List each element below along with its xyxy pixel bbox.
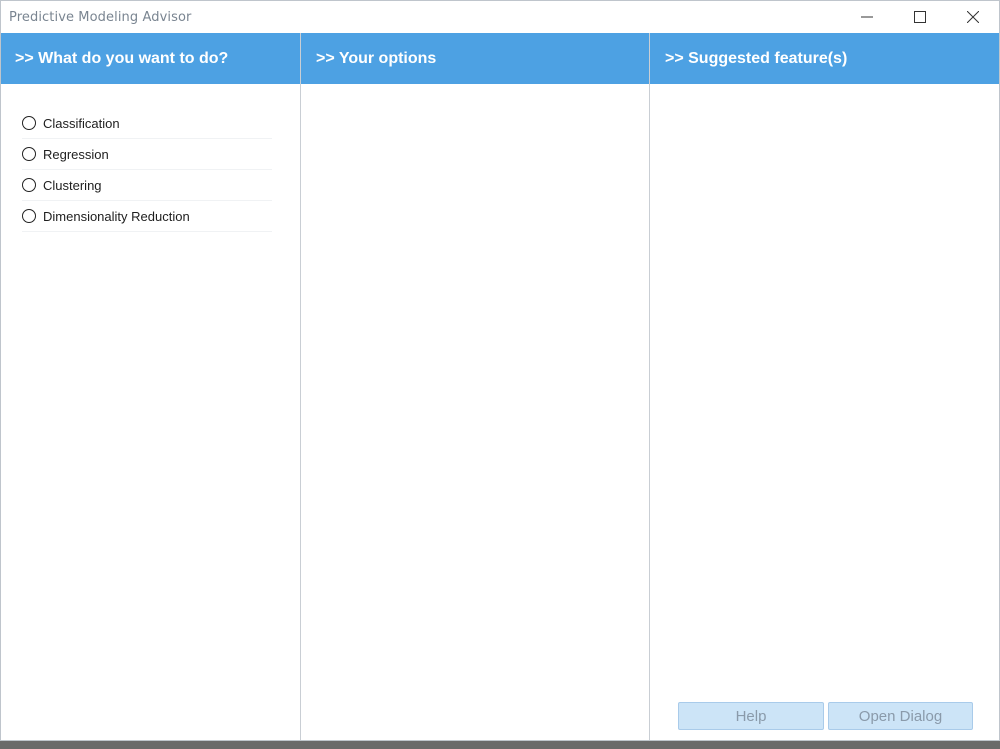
radio-button[interactable] [22,147,36,161]
maximize-icon [914,11,926,23]
option-regression[interactable]: Regression [22,139,272,170]
task-column: >> What do you want to do? Classificatio… [1,33,301,740]
open-dialog-button[interactable]: Open Dialog [828,702,973,730]
title-bar: Predictive Modeling Advisor [1,1,999,33]
option-label: Clustering [43,177,102,193]
radio-button[interactable] [22,209,36,223]
app-window: Predictive Modeling Advisor >> What do y… [0,0,1000,741]
radio-button[interactable] [22,116,36,130]
advisor-columns: >> What do you want to do? Classificatio… [1,33,999,740]
features-column: >> Suggested feature(s) [650,33,999,740]
help-button[interactable]: Help [678,702,824,730]
close-icon [967,11,979,23]
task-options-list: Classification Regression Clustering Dim… [1,84,300,232]
radio-button[interactable] [22,178,36,192]
features-column-header: >> Suggested feature(s) [650,33,999,84]
window-title: Predictive Modeling Advisor [9,10,192,25]
option-label: Dimensionality Reduction [43,208,190,224]
option-dimensionality-reduction[interactable]: Dimensionality Reduction [22,201,272,232]
window-shadow [0,741,1000,749]
option-clustering[interactable]: Clustering [22,170,272,201]
minimize-button[interactable] [841,1,893,33]
task-column-header: >> What do you want to do? [1,33,300,84]
minimize-icon [861,16,873,18]
maximize-button[interactable] [894,1,946,33]
option-label: Classification [43,115,120,131]
options-column-header: >> Your options [301,33,649,84]
option-classification[interactable]: Classification [22,108,272,139]
options-column: >> Your options [301,33,650,740]
option-label: Regression [43,146,109,162]
close-button[interactable] [947,1,999,33]
